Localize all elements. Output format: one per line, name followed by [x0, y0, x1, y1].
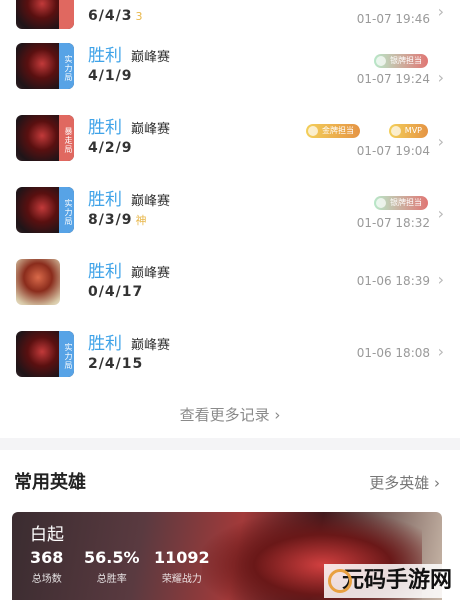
god-mark: 神: [135, 214, 147, 227]
chevron-right-icon: ›: [437, 132, 444, 151]
match-row[interactable]: 胜利 巅峰赛 0/4/17 01-06 18:39 ›: [0, 254, 460, 326]
hero-avatar: 实力局: [16, 43, 74, 89]
kda-score: 0/4/17: [88, 284, 144, 300]
match-mode: 巅峰赛: [131, 338, 171, 353]
site-watermark: 元码手游网: [324, 564, 456, 598]
match-time: 01-06 18:39: [356, 274, 430, 288]
stat-power: 11092 荣耀战力: [154, 548, 210, 585]
god-mark: 3: [135, 10, 143, 23]
match-result: 胜利: [88, 118, 122, 138]
stat-win-rate: 56.5% 总胜率: [84, 548, 140, 585]
silver-role-tag: 银牌担当: [374, 54, 428, 68]
hero-avatar: 实力局: [16, 187, 74, 233]
match-time: 01-07 19:04: [356, 144, 430, 158]
match-row[interactable]: 实力局 胜利 巅峰赛 4/1/9 银牌担当 01-07 19:24 ›: [0, 38, 460, 110]
kda-score: 6/4/3 3: [88, 8, 143, 24]
hero-avatar: 暴走局: [16, 115, 74, 161]
chevron-right-icon: ›: [437, 2, 444, 21]
match-mode: 巅峰赛: [131, 122, 171, 137]
more-heroes-link[interactable]: 更多英雄 ›: [369, 472, 440, 493]
match-result: 胜利: [88, 46, 122, 66]
hero-avatar: [16, 0, 74, 29]
match-result: 胜利: [88, 262, 122, 282]
chevron-right-icon: ›: [437, 68, 444, 87]
match-badge: [59, 0, 74, 29]
mvp-tag: MVP: [388, 124, 428, 138]
match-row[interactable]: 实力局 胜利 巅峰赛 8/3/9 神 银牌担当 01-07 18:32 ›: [0, 182, 460, 254]
chevron-right-icon: ›: [437, 204, 444, 223]
kda-score: 4/1/9: [88, 68, 133, 84]
kda-score: 2/4/15: [88, 356, 144, 372]
match-result: 胜利: [88, 334, 122, 354]
match-mode: 巅峰赛: [131, 194, 171, 209]
match-badge: 实力局: [59, 187, 74, 233]
hero-name: 白起: [30, 525, 64, 545]
hero-avatar: 实力局: [16, 331, 74, 377]
kda-score: 8/3/9 神: [88, 212, 147, 228]
chevron-right-icon: ›: [437, 342, 444, 361]
match-time: 01-07 19:46: [356, 12, 430, 26]
watermark-logo-icon: [328, 569, 352, 593]
match-badge: 实力局: [59, 43, 74, 89]
match-badge: 实力局: [59, 331, 74, 377]
stat-total-games: 368 总场数: [30, 548, 64, 585]
hero-avatar: [16, 259, 60, 305]
match-time: 01-06 18:08: [356, 346, 430, 360]
silver-role-tag: 银牌担当: [374, 196, 428, 210]
match-row[interactable]: 暴走局 胜利 巅峰赛 4/2/9 金牌担当 MVP 01-07 19:04 ›: [0, 110, 460, 182]
chevron-right-icon: ›: [437, 270, 444, 289]
kda-score: 4/2/9: [88, 140, 133, 156]
match-row[interactable]: 实力局 胜利 巅峰赛 2/4/15 01-06 18:08 ›: [0, 326, 460, 398]
match-badge: 暴走局: [59, 115, 74, 161]
view-more-records-link[interactable]: 查看更多记录 ›: [0, 404, 460, 425]
match-mode: 巅峰赛: [131, 266, 171, 281]
gold-role-tag: 金牌担当: [306, 124, 360, 138]
match-time: 01-07 18:32: [356, 216, 430, 230]
match-time: 01-07 19:24: [356, 72, 430, 86]
match-mode: 巅峰赛: [131, 50, 171, 65]
section-title: 常用英雄: [14, 472, 86, 493]
match-result: 胜利: [88, 190, 122, 210]
match-history-list: 6/4/3 3 01-07 19:46 › 实力局 胜利 巅峰赛 4/1/9 银牌…: [0, 0, 460, 438]
